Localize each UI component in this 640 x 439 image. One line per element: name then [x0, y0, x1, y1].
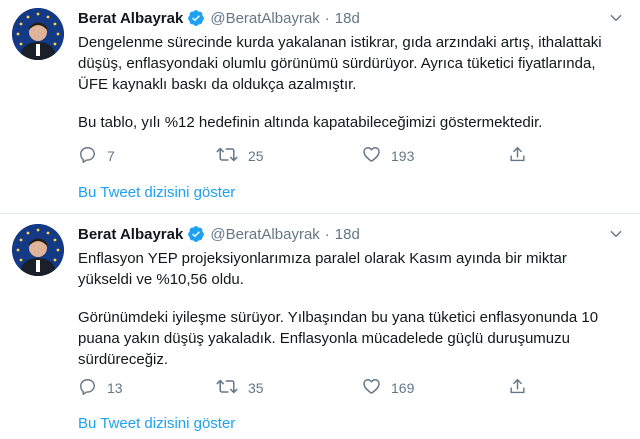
handle[interactable]: @BeratAlbayrak [210, 226, 319, 243]
share-icon [508, 377, 537, 399]
tweet-paragraph: Bu tablo, yılı %12 hedefinin altında kap… [78, 114, 543, 131]
display-name[interactable]: Berat Albayrak [78, 226, 183, 243]
like-count: 193 [391, 148, 415, 164]
retweet-button[interactable]: 25 [216, 145, 362, 167]
tweet-paragraph: Görünümdeki iyileşme sürüyor. Yılbaşında… [78, 309, 599, 368]
reply-button[interactable]: 13 [78, 377, 216, 399]
retweet-button[interactable]: 35 [216, 377, 362, 399]
tweet-paragraph: Dengelenme sürecinde kurda yakalanan ist… [78, 34, 602, 93]
tweet-paragraph: Enflasyon YEP projeksiyonlarımıza parale… [78, 250, 567, 288]
reply-count: 7 [107, 148, 115, 164]
divider [0, 213, 640, 214]
retweet-count: 25 [248, 148, 264, 164]
handle[interactable]: @BeratAlbayrak [210, 10, 319, 27]
reply-icon [78, 145, 107, 167]
separator-dot: · [324, 9, 330, 27]
tweet[interactable]: Berat Albayrak @BeratAlbayrak · 18d Deng… [0, 0, 640, 176]
avatar[interactable] [12, 224, 64, 276]
separator-dot: · [324, 225, 330, 243]
tweet-actions: 13 35 169 [78, 376, 558, 400]
show-thread-link[interactable]: Bu Tweet dizisini göster [78, 184, 235, 201]
like-count: 169 [391, 380, 415, 396]
reply-icon [78, 377, 107, 399]
verified-badge-icon [187, 9, 205, 27]
chevron-down-icon[interactable] [608, 10, 624, 26]
share-icon [508, 145, 537, 167]
share-button[interactable] [508, 145, 537, 167]
avatar[interactable] [12, 8, 64, 60]
share-button[interactable] [508, 377, 537, 399]
tweet-text: Enflasyon YEP projeksiyonlarımıza parale… [78, 248, 624, 370]
tweet-actions: 7 25 193 [78, 144, 558, 168]
timestamp[interactable]: 18d [335, 10, 360, 27]
reply-button[interactable]: 7 [78, 145, 216, 167]
verified-badge-icon [187, 225, 205, 243]
tweet[interactable]: Berat Albayrak @BeratAlbayrak · 18d Enfl… [0, 216, 640, 396]
display-name[interactable]: Berat Albayrak [78, 10, 183, 27]
like-button[interactable]: 169 [362, 377, 508, 399]
retweet-icon [216, 377, 248, 399]
retweet-count: 35 [248, 380, 264, 396]
tweet-text: Dengelenme sürecinde kurda yakalanan ist… [78, 32, 624, 133]
like-button[interactable]: 193 [362, 145, 508, 167]
heart-icon [362, 145, 391, 167]
retweet-icon [216, 145, 248, 167]
chevron-down-icon[interactable] [608, 226, 624, 242]
timestamp[interactable]: 18d [335, 226, 360, 243]
reply-count: 13 [107, 380, 123, 396]
show-thread-link[interactable]: Bu Tweet dizisini göster [78, 415, 235, 432]
heart-icon [362, 377, 391, 399]
